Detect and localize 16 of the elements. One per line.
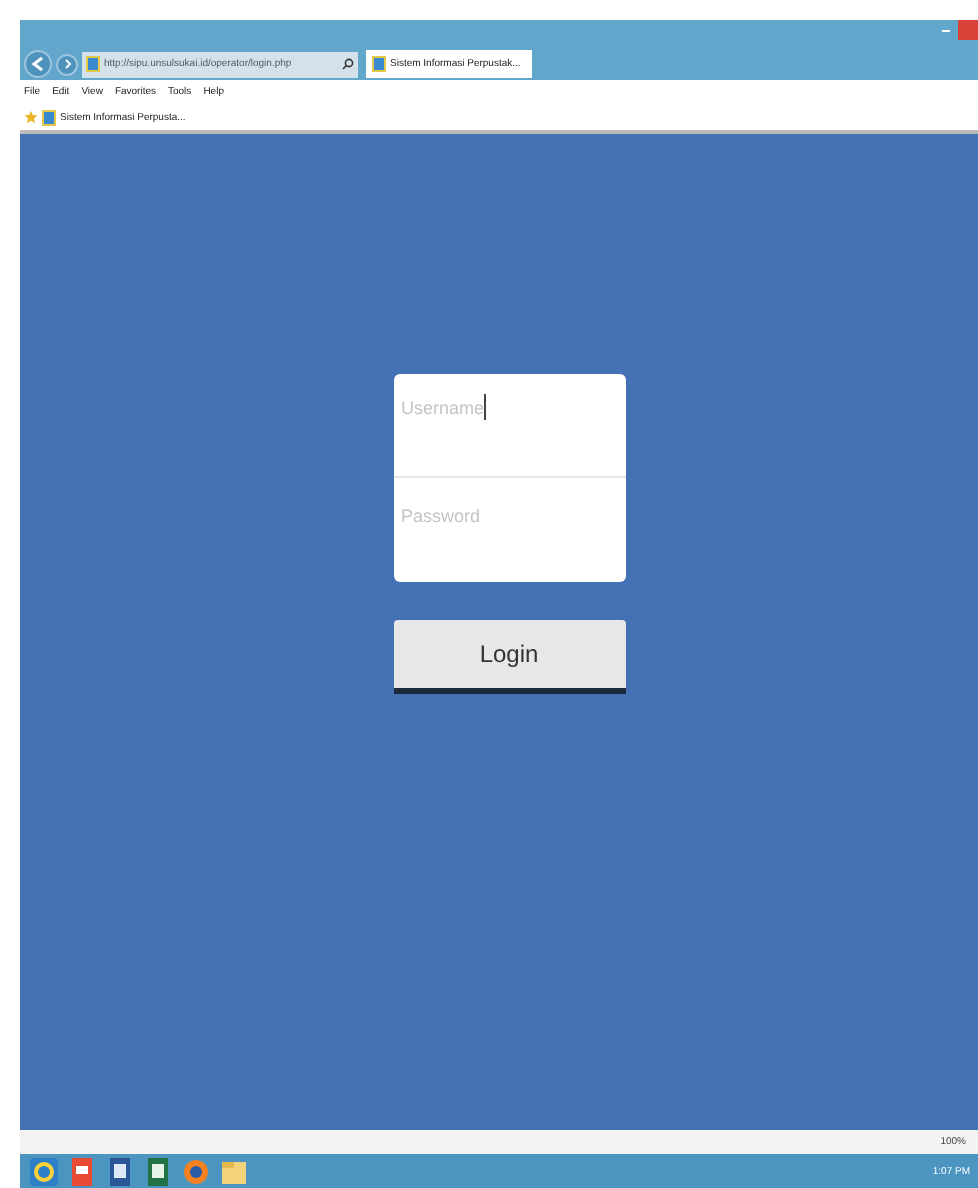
browser-globe-icon[interactable] [180, 1155, 212, 1187]
page-icon [42, 109, 56, 125]
username-field[interactable]: Username [401, 398, 521, 418]
text-cursor [483, 394, 485, 420]
login-button[interactable]: Login [393, 620, 625, 694]
document-icon[interactable] [104, 1155, 136, 1187]
browser-e-icon[interactable] [28, 1155, 60, 1187]
spreadsheet-icon[interactable] [142, 1155, 174, 1187]
back-button[interactable] [24, 50, 52, 78]
page-icon [372, 56, 386, 72]
page-icon [86, 56, 100, 72]
document-icon[interactable] [66, 1155, 98, 1187]
password-field[interactable]: Password [401, 505, 521, 525]
forward-button[interactable] [56, 53, 78, 75]
search-icon[interactable] [342, 58, 354, 70]
star-icon[interactable] [24, 110, 38, 124]
